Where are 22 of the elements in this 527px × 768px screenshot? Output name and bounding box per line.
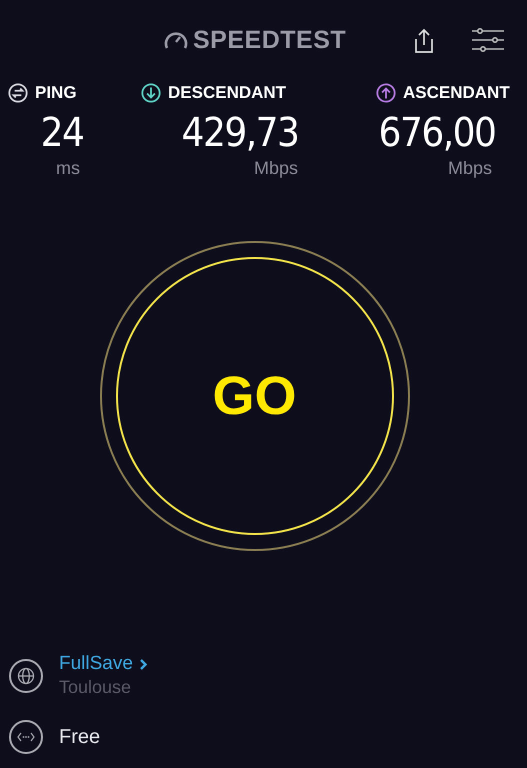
- metric-label: ASCENDANT: [403, 83, 510, 103]
- connection-icon: [9, 720, 43, 754]
- chevron-icon: [138, 658, 148, 670]
- metric-unit: Mbps: [446, 158, 492, 179]
- metric-label: PING: [35, 83, 77, 103]
- server-link[interactable]: FullSave: [59, 653, 148, 675]
- metric-label: DESCENDANT: [168, 83, 286, 103]
- settings-button[interactable]: [471, 28, 505, 52]
- swap-arrows-icon: [8, 83, 28, 103]
- metric-value: 676,00: [378, 109, 496, 158]
- metric-value: 24: [40, 109, 84, 158]
- metric-unit: ms: [55, 158, 80, 179]
- server-location: Toulouse: [59, 677, 132, 698]
- share-button[interactable]: [412, 28, 436, 54]
- metric-unit: Mbps: [252, 158, 298, 179]
- app-logo: SPEEDTEST: [193, 26, 346, 54]
- share-icon: [412, 28, 436, 54]
- globe-icon: [9, 658, 43, 692]
- sliders-icon: [471, 28, 505, 52]
- metric-value: 429,73: [180, 109, 300, 158]
- provider-name: Free: [59, 726, 100, 748]
- go-button[interactable]: GO: [116, 257, 394, 535]
